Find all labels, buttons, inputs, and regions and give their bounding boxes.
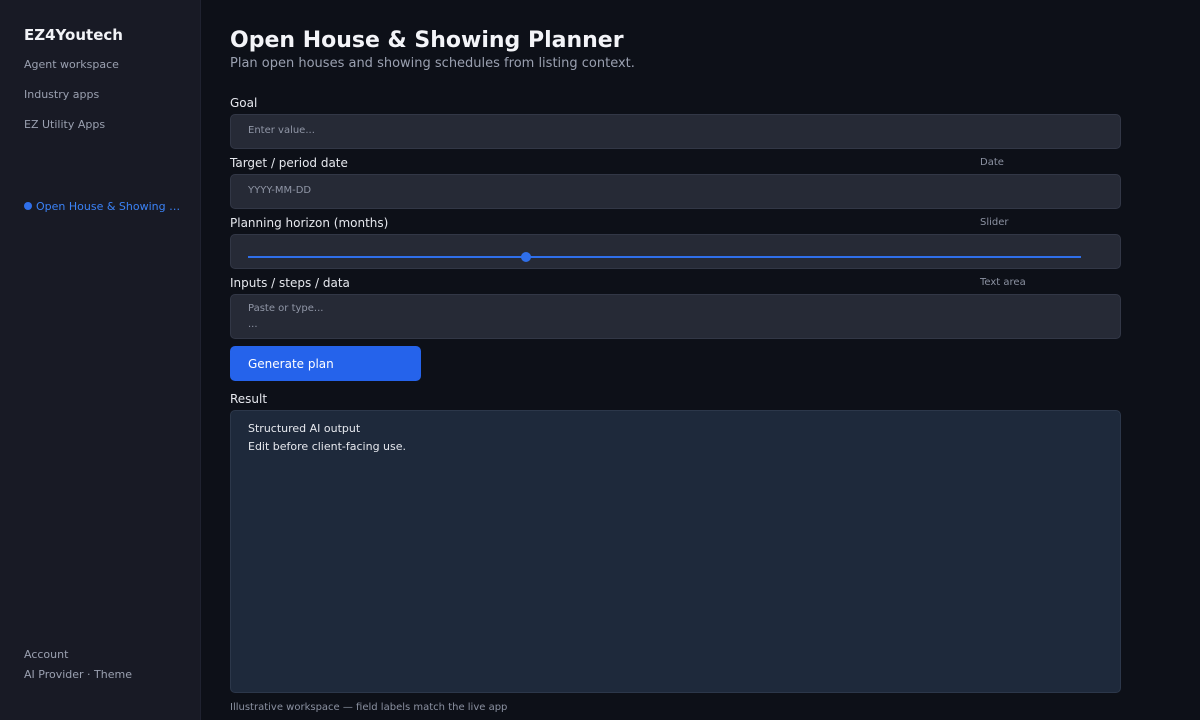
horizon-type-tag: Slider bbox=[980, 217, 1009, 228]
date-type-tag: Date bbox=[980, 157, 1004, 168]
slider-handle[interactable] bbox=[521, 252, 532, 262]
sidebar-item-active-app[interactable]: Open House & Showing Planner bbox=[24, 200, 184, 213]
date-label: Target / period date bbox=[230, 156, 348, 170]
inputs-label: Inputs / steps / data bbox=[230, 276, 350, 290]
horizon-label: Planning horizon (months) bbox=[230, 216, 389, 230]
horizon-slider[interactable] bbox=[230, 234, 1121, 269]
goal-placeholder: Enter value... bbox=[248, 125, 315, 136]
slider-track[interactable] bbox=[248, 256, 1081, 258]
inputs-placeholder-line1: Paste or type... bbox=[248, 303, 324, 314]
result-panel[interactable]: Structured AI output Edit before client-… bbox=[230, 410, 1121, 693]
main-content: Open House & Showing Planner Plan open h… bbox=[230, 0, 1121, 720]
sidebar-item-industry-apps[interactable]: Industry apps bbox=[24, 88, 99, 101]
page-title: Open House & Showing Planner bbox=[230, 28, 624, 53]
result-line-1: Structured AI output bbox=[248, 422, 361, 435]
sidebar-item-ez-utility-apps[interactable]: EZ Utility Apps bbox=[24, 118, 105, 131]
date-input[interactable]: YYYY-MM-DD bbox=[230, 174, 1121, 209]
inputs-type-tag: Text area bbox=[980, 277, 1026, 288]
goal-input[interactable]: Enter value... bbox=[230, 114, 1121, 149]
generate-plan-button[interactable]: Generate plan bbox=[230, 346, 421, 381]
footnote: Illustrative workspace — field labels ma… bbox=[230, 702, 508, 713]
brand-logo: EZ4Youtech bbox=[24, 26, 123, 44]
date-placeholder: YYYY-MM-DD bbox=[248, 185, 312, 196]
app-window: EZ4Youtech Agent workspace Industry apps… bbox=[0, 0, 1200, 720]
inputs-placeholder-line2: ... bbox=[248, 319, 258, 330]
sidebar-item-agent-workspace[interactable]: Agent workspace bbox=[24, 58, 119, 71]
provider-theme-link[interactable]: AI Provider · Theme bbox=[24, 668, 132, 681]
result-line-2: Edit before client-facing use. bbox=[248, 440, 407, 453]
sidebar: EZ4Youtech Agent workspace Industry apps… bbox=[0, 0, 201, 720]
account-link[interactable]: Account bbox=[24, 648, 68, 661]
goal-label: Goal bbox=[230, 96, 258, 110]
sidebar-item-active-label: Open House & Showing Planner bbox=[36, 200, 184, 213]
inputs-textarea[interactable]: Paste or type... ... bbox=[230, 294, 1121, 339]
result-label: Result bbox=[230, 392, 268, 406]
active-dot-icon bbox=[24, 202, 32, 210]
page-subtitle: Plan open houses and showing schedules f… bbox=[230, 56, 635, 71]
